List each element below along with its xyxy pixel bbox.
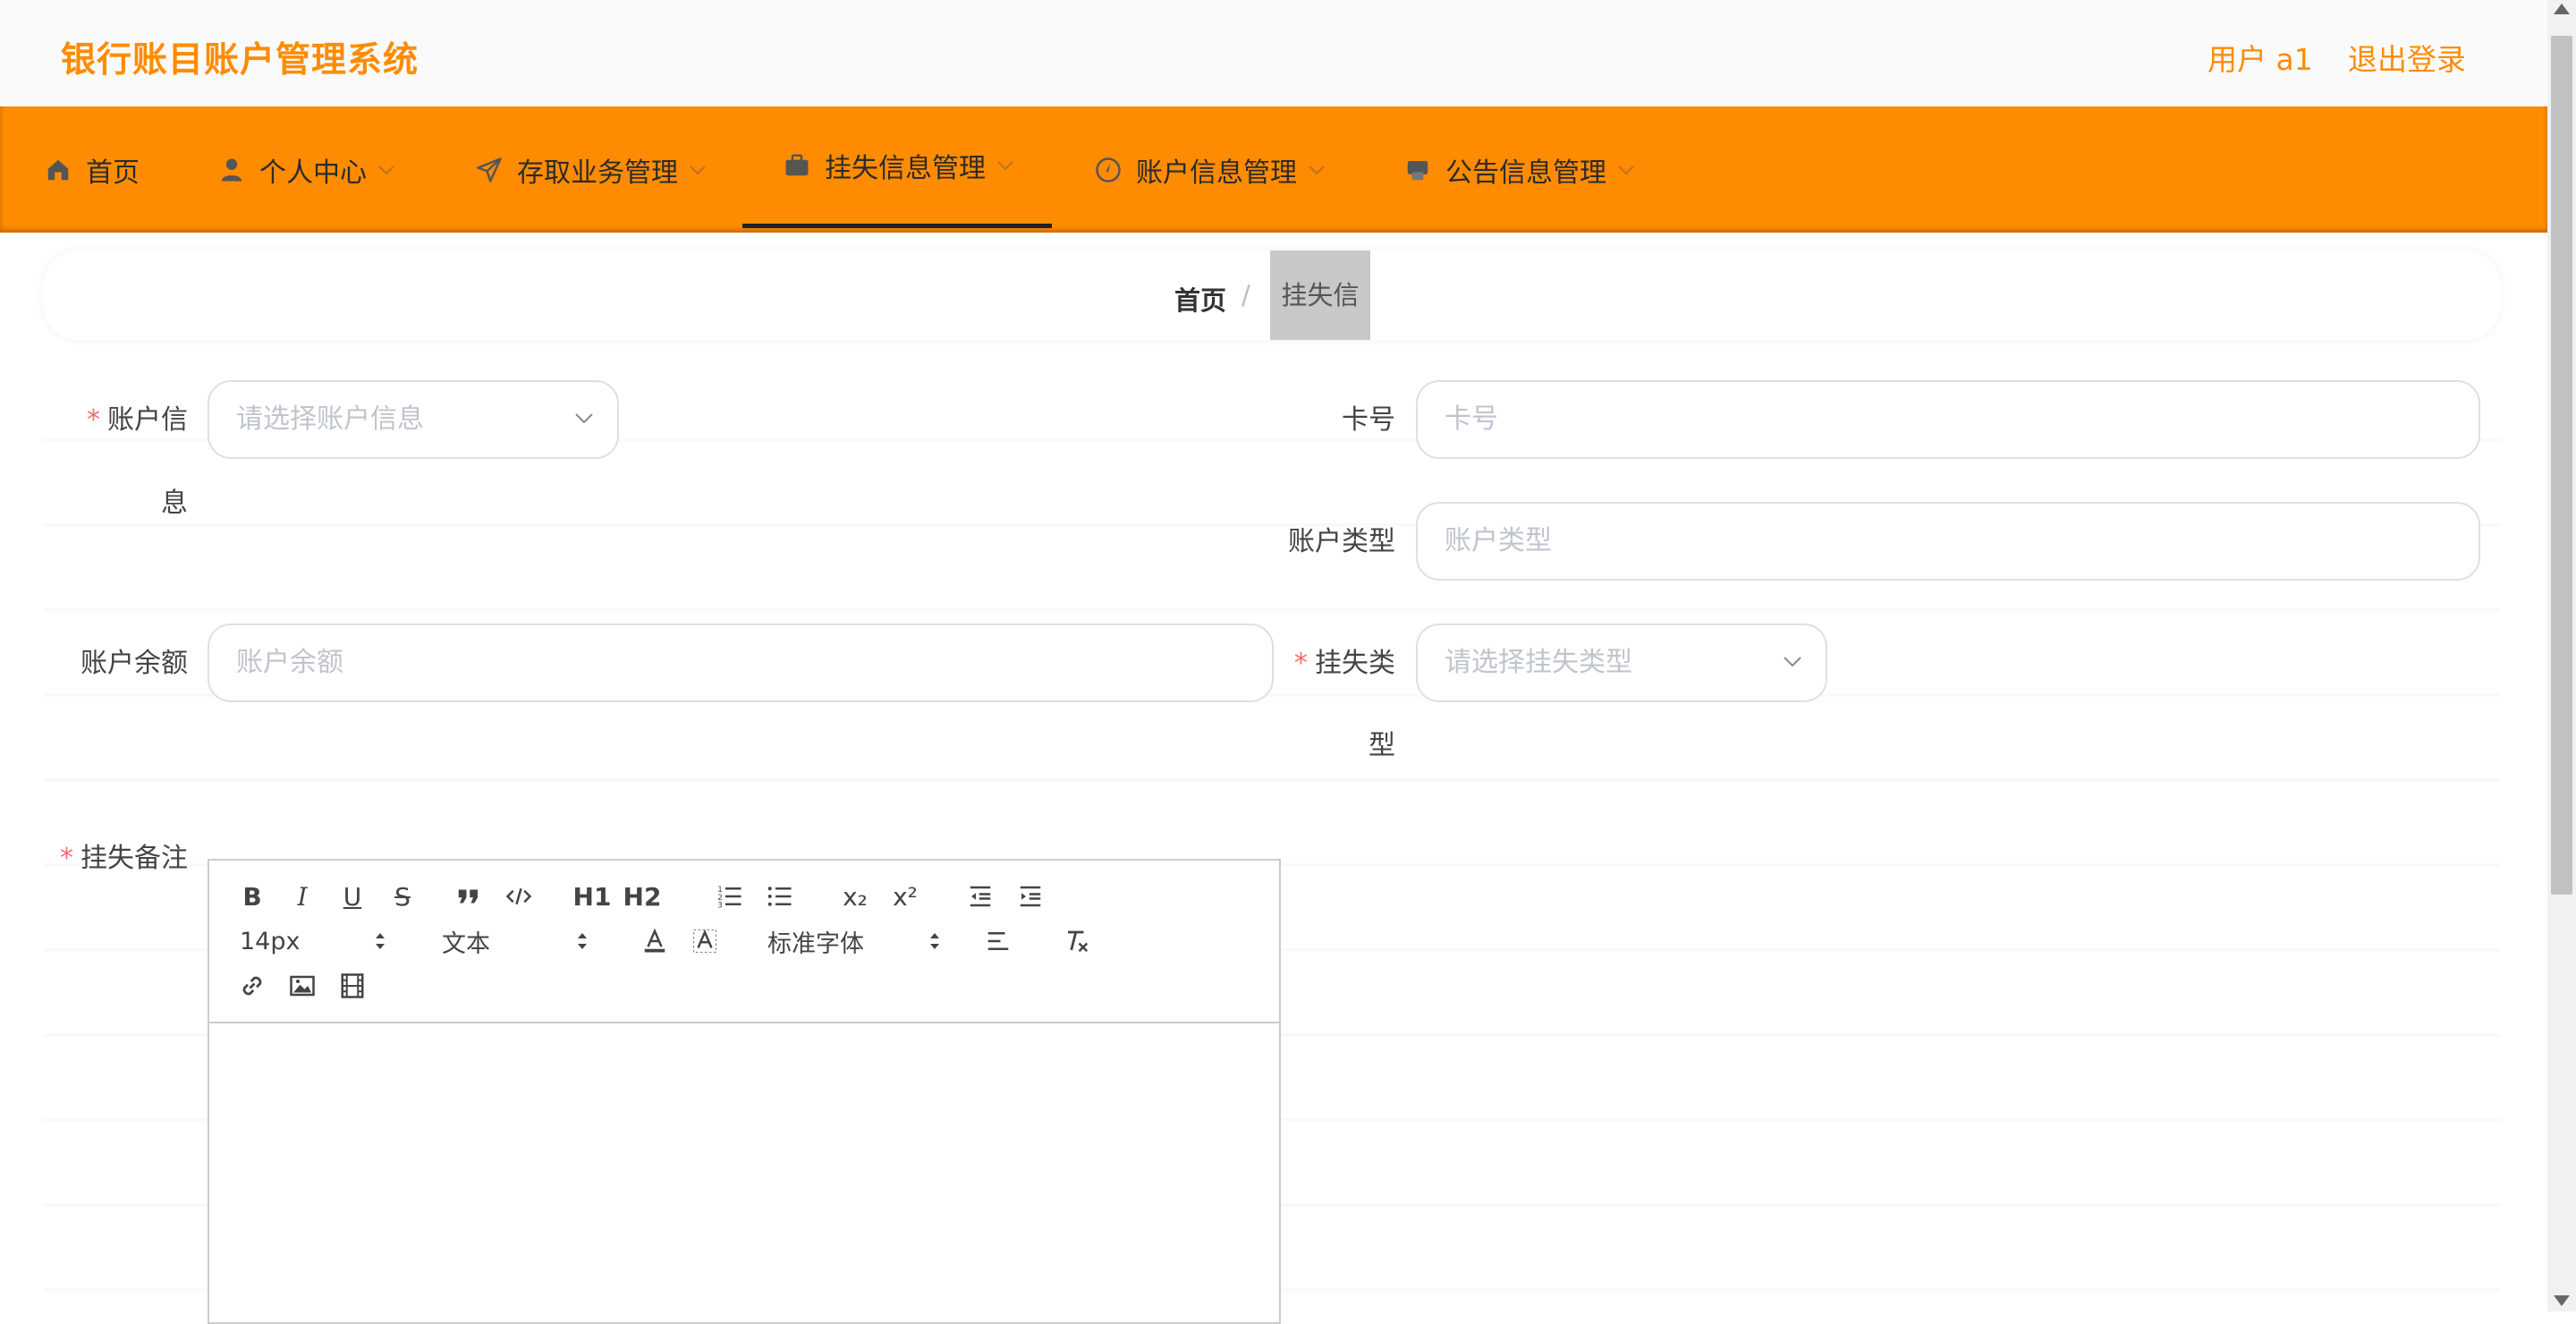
text-color-button[interactable]	[637, 923, 673, 959]
nav-item-label: 账户信息管理	[1136, 157, 1297, 189]
strike-button[interactable]: S	[385, 878, 420, 914]
compass-icon	[1093, 155, 1123, 185]
nav-item-home[interactable]: 首页	[43, 106, 140, 233]
align-left-icon	[987, 932, 1009, 950]
nav-item-personal-center[interactable]: 个人中心	[216, 106, 395, 233]
italic-button[interactable]: I	[284, 878, 320, 914]
h2-button[interactable]: H2	[621, 878, 664, 914]
superscript-button[interactable]: x²	[886, 878, 925, 914]
loss-note-editor: B I U S H1 H2 123 x₂ x² 14px 文本 标准字体	[208, 859, 1281, 1324]
balance-label: 账户余额	[80, 648, 188, 679]
indent-button[interactable]	[1013, 878, 1048, 914]
clear-format-button[interactable]	[1059, 923, 1095, 959]
background-color-button[interactable]	[687, 923, 723, 959]
account-type-label: 账户类型	[1288, 526, 1395, 557]
nav-item-label: 存取业务管理	[517, 157, 678, 189]
card-no-input[interactable]: 卡号	[1416, 380, 2480, 459]
indent-icon	[1020, 886, 1041, 907]
header-select[interactable]: 文本	[442, 923, 594, 959]
nav-item-loss-report[interactable]: 挂失信息管理	[742, 106, 1052, 228]
chevron-down-icon	[1618, 165, 1634, 174]
ordered-list-icon: 123	[717, 886, 741, 911]
code-block-button[interactable]	[501, 878, 537, 914]
scroll-down-arrow[interactable]	[2554, 1295, 2570, 1306]
scroll-up-arrow[interactable]	[2554, 4, 2570, 14]
blockquote-button[interactable]	[451, 878, 487, 914]
bullet-list-button[interactable]	[762, 878, 798, 914]
clear-format-icon	[1068, 930, 1089, 953]
editor-content-area[interactable]	[209, 1023, 1279, 1324]
chevron-down-icon	[1309, 165, 1325, 174]
bold-button[interactable]: B	[234, 878, 270, 914]
align-button[interactable]	[980, 923, 1016, 959]
top-header: 银行账目账户管理系统 用户 a1 退出登录	[0, 0, 2547, 106]
link-button[interactable]	[234, 968, 270, 1004]
account-info-select[interactable]: 请选择账户信息	[208, 380, 619, 459]
briefcase-icon	[782, 150, 812, 181]
loss-type-label-cont: 型	[1368, 730, 1395, 761]
video-icon	[341, 973, 364, 998]
outdent-button[interactable]	[962, 878, 998, 914]
image-button[interactable]	[284, 968, 320, 1004]
logout-link[interactable]: 退出登录	[2348, 36, 2466, 79]
loss-note-label: * 挂失备注	[60, 843, 188, 874]
font-size-select[interactable]: 14px	[240, 923, 392, 959]
highlight-icon	[692, 929, 717, 954]
account-type-input[interactable]: 账户类型	[1416, 502, 2480, 581]
font-family-select[interactable]: 标准字体	[767, 923, 946, 959]
account-info-label: * 账户信	[87, 404, 188, 436]
outdent-icon	[970, 886, 991, 907]
printer-icon	[1402, 155, 1433, 185]
home-icon	[43, 155, 73, 185]
video-button[interactable]	[335, 968, 370, 1004]
updown-icon	[930, 933, 939, 949]
chevron-down-icon	[1784, 657, 1801, 667]
underline-button[interactable]: U	[335, 878, 370, 914]
subscript-button[interactable]: x₂	[835, 878, 875, 914]
nav-item-announcement[interactable]: 公告信息管理	[1402, 106, 1635, 233]
chevron-down-icon	[378, 165, 394, 174]
svg-text:3: 3	[717, 902, 723, 911]
app-title: 银行账目账户管理系统	[61, 40, 419, 81]
loss-type-label: * 挂失类	[1294, 648, 1395, 679]
current-user-label: 用户 a1	[2207, 42, 2313, 77]
nav-item-label: 首页	[86, 157, 140, 189]
nav-item-account-info[interactable]: 账户信息管理	[1093, 106, 1326, 233]
main-nav: 首页 个人中心 存取业务管理 挂失信息管理 账户信息管理 公告信息管理	[0, 106, 2547, 233]
quote-icon	[458, 889, 478, 904]
breadcrumb-separator: /	[1241, 280, 1250, 310]
scroll-thumb[interactable]	[2551, 36, 2572, 895]
nav-item-deposit-withdraw[interactable]: 存取业务管理	[474, 106, 707, 233]
nav-item-label: 挂失信息管理	[825, 152, 986, 184]
bullet-list-icon	[767, 887, 792, 906]
card-no-label: 卡号	[1342, 404, 1395, 436]
account-info-label-cont: 息	[161, 488, 188, 519]
ordered-list-button[interactable]: 123	[712, 878, 748, 914]
updown-icon	[376, 933, 385, 949]
editor-toolbar: B I U S H1 H2 123 x₂ x² 14px 文本 标准字体	[209, 861, 1279, 1023]
nav-item-label: 个人中心	[259, 157, 367, 189]
user-icon	[216, 155, 247, 185]
chevron-down-icon	[575, 413, 593, 424]
balance-input[interactable]: 账户余额	[208, 624, 1274, 702]
h1-button[interactable]: H1	[571, 878, 614, 914]
image-icon	[290, 975, 315, 997]
code-icon	[505, 887, 532, 905]
chevron-down-icon	[997, 160, 1013, 170]
link-icon	[242, 976, 262, 996]
text-color-icon	[644, 928, 665, 953]
send-icon	[474, 155, 504, 185]
breadcrumb-home[interactable]: 首页	[1174, 280, 1226, 318]
nav-item-label: 公告信息管理	[1445, 157, 1606, 189]
breadcrumb-current: 挂失信息	[1270, 250, 1370, 400]
chevron-down-icon	[690, 165, 706, 174]
loss-type-select[interactable]: 请选择挂失类型	[1416, 624, 1827, 702]
updown-icon	[578, 933, 587, 949]
